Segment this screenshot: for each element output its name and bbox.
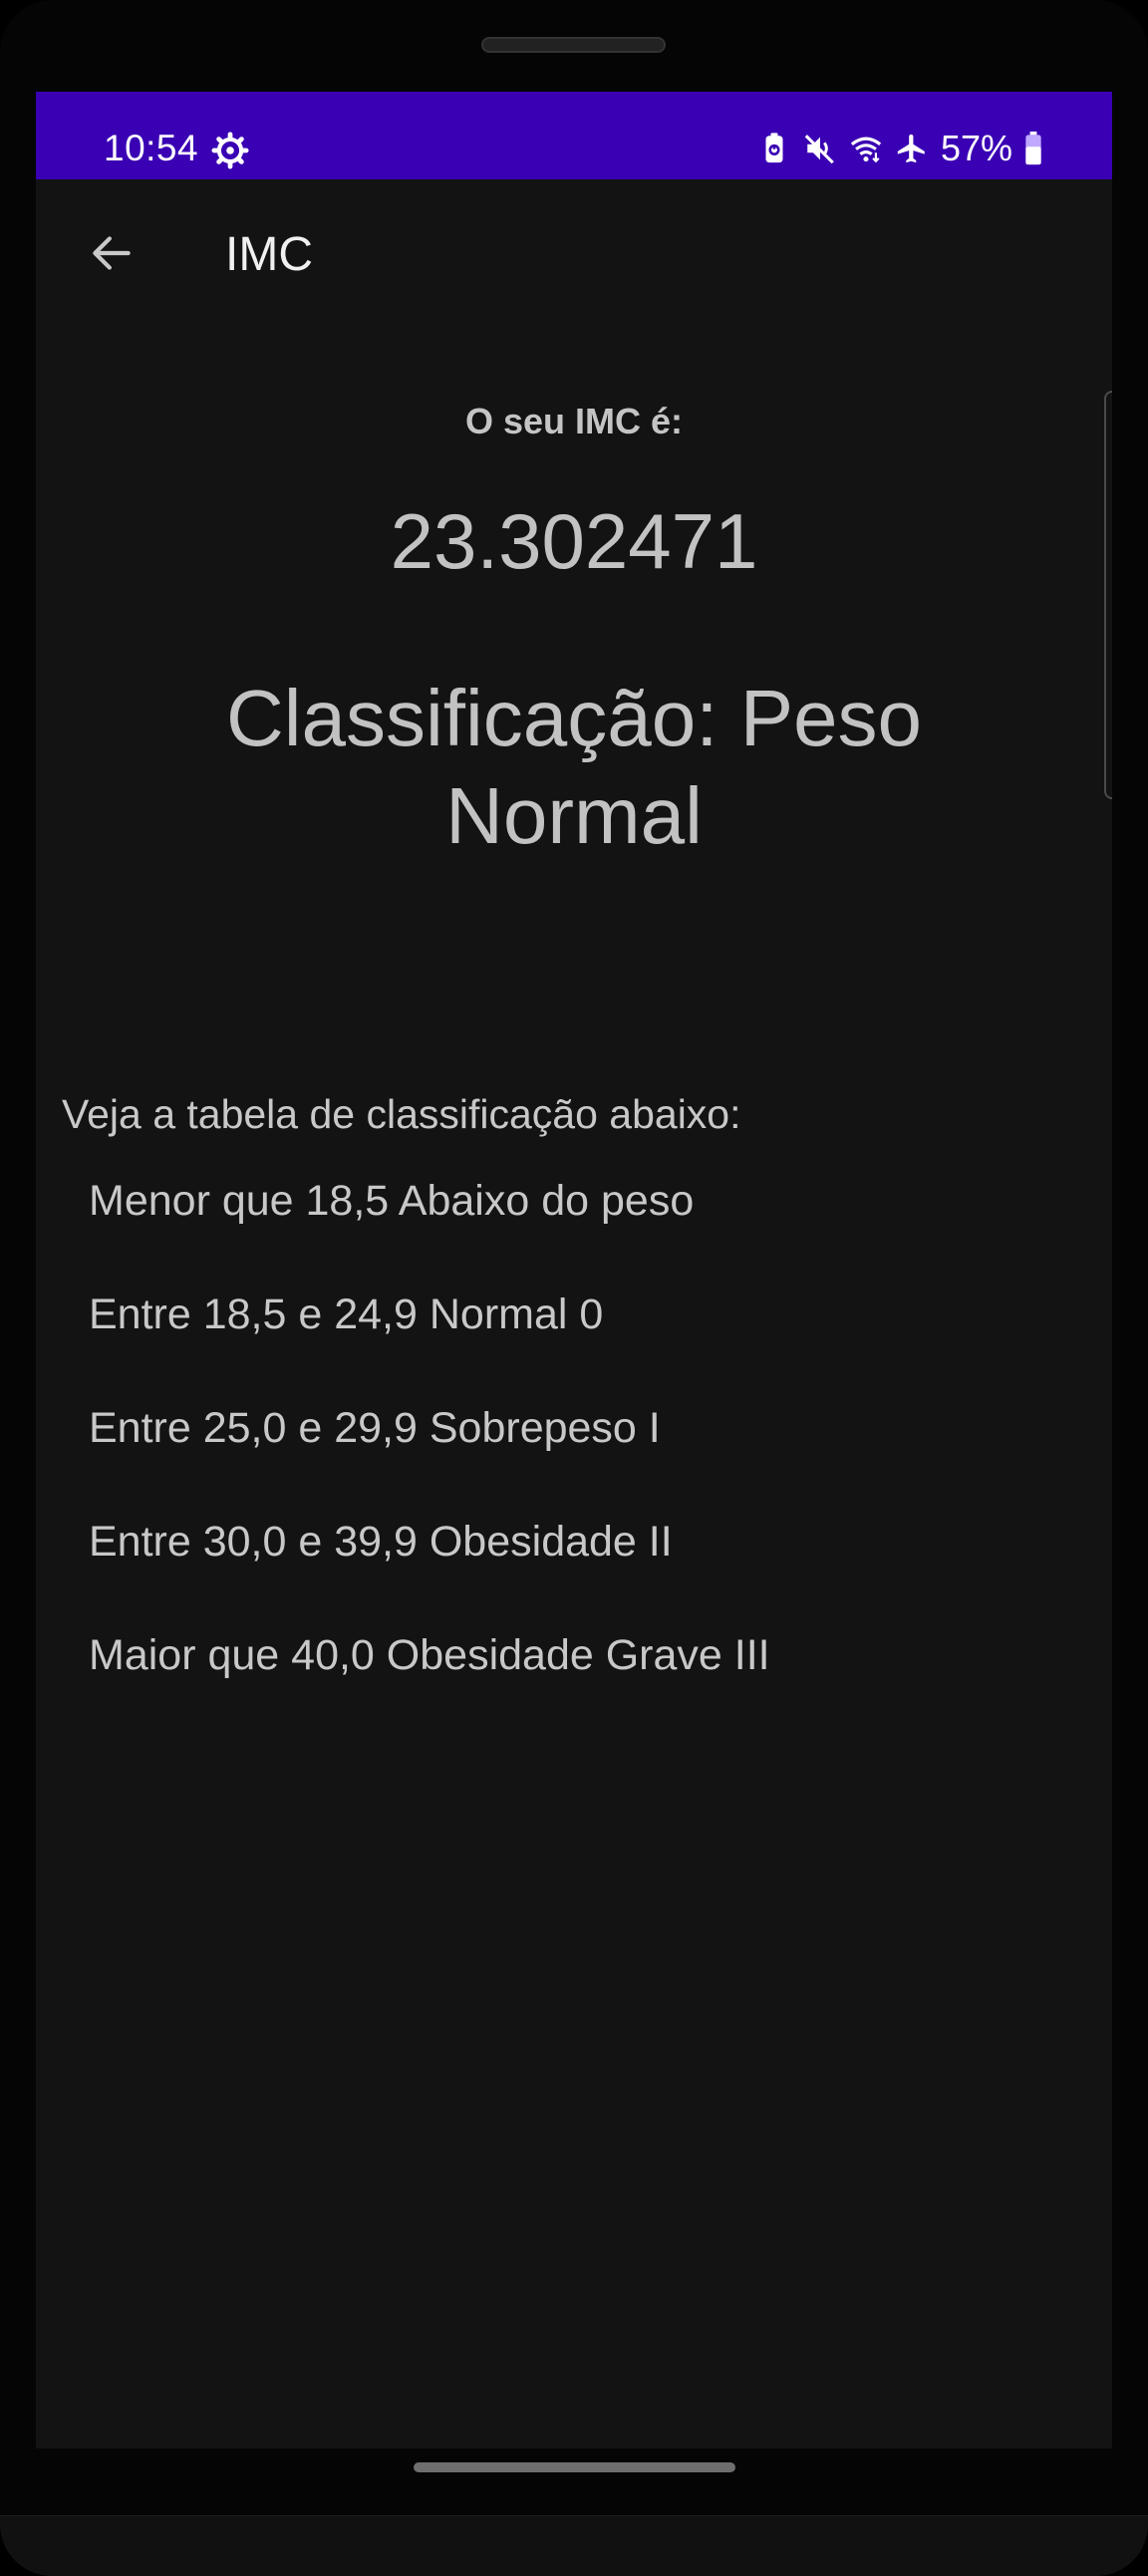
airplane-icon	[897, 134, 925, 163]
wifi-icon	[850, 137, 882, 163]
battery-icon	[1025, 132, 1041, 165]
device-bottom-bezel	[0, 2515, 1148, 2576]
status-bar: 10:54 57%	[36, 92, 1112, 179]
status-right-group: 57%	[757, 130, 1042, 167]
list-item: Maior que 40,0 Obesidade Grave III	[89, 1631, 770, 1679]
mute-icon	[804, 135, 834, 164]
battery-percentage: 57%	[940, 128, 1012, 168]
list-item: Menor que 18,5 Abaixo do peso	[89, 1177, 695, 1225]
list-item: Entre 25,0 e 29,9 Sobrepeso I	[89, 1404, 661, 1452]
page-title: IMC	[225, 228, 313, 281]
table-heading: Veja a tabela de classificação abaixo:	[62, 1091, 741, 1137]
screen: 10:54 57% IMC O seu IMC é: 23.302471 Cla…	[36, 92, 1112, 2448]
classification-list: Menor que 18,5 Abaixo do peso Entre 18,5…	[89, 1180, 770, 1748]
device-frame: 10:54 57% IMC O seu IMC é: 23.302471 Cla…	[0, 0, 1148, 2576]
scroll-indicator[interactable]	[1104, 391, 1112, 799]
status-time: 10:54	[104, 128, 199, 168]
result-label: O seu IMC é:	[464, 401, 684, 441]
settings-icon	[211, 132, 249, 169]
app-bar: IMC	[36, 179, 1112, 329]
list-item: Entre 18,5 e 24,9 Normal 0	[89, 1290, 604, 1338]
arrow-left-icon	[93, 236, 131, 270]
classification-text: Classificação: Peso Normal	[225, 674, 923, 860]
home-gesture-bar[interactable]	[414, 2462, 735, 2472]
back-button[interactable]	[76, 217, 147, 289]
imc-value: 23.302471	[390, 497, 758, 585]
battery-saver-icon	[765, 133, 783, 163]
list-item: Entre 30,0 e 39,9 Obesidade II	[89, 1518, 673, 1566]
earpiece-speaker	[481, 37, 666, 53]
